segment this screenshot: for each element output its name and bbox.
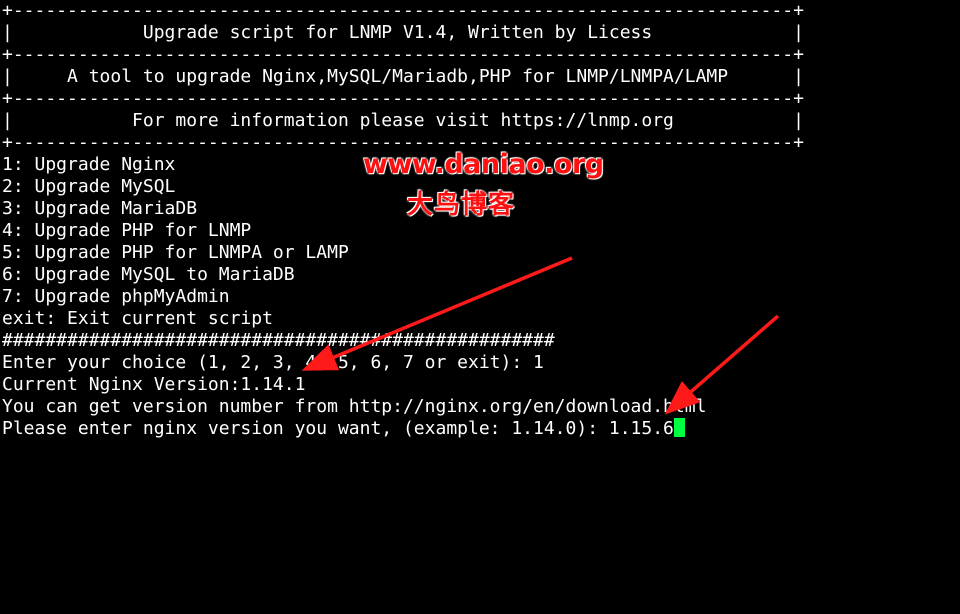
annotation-arrows: [301, 256, 780, 415]
arrow-to-choice: [301, 256, 573, 371]
arrow-to-version: [664, 314, 780, 415]
terminal-window[interactable]: +---------------------------------------…: [0, 0, 960, 614]
